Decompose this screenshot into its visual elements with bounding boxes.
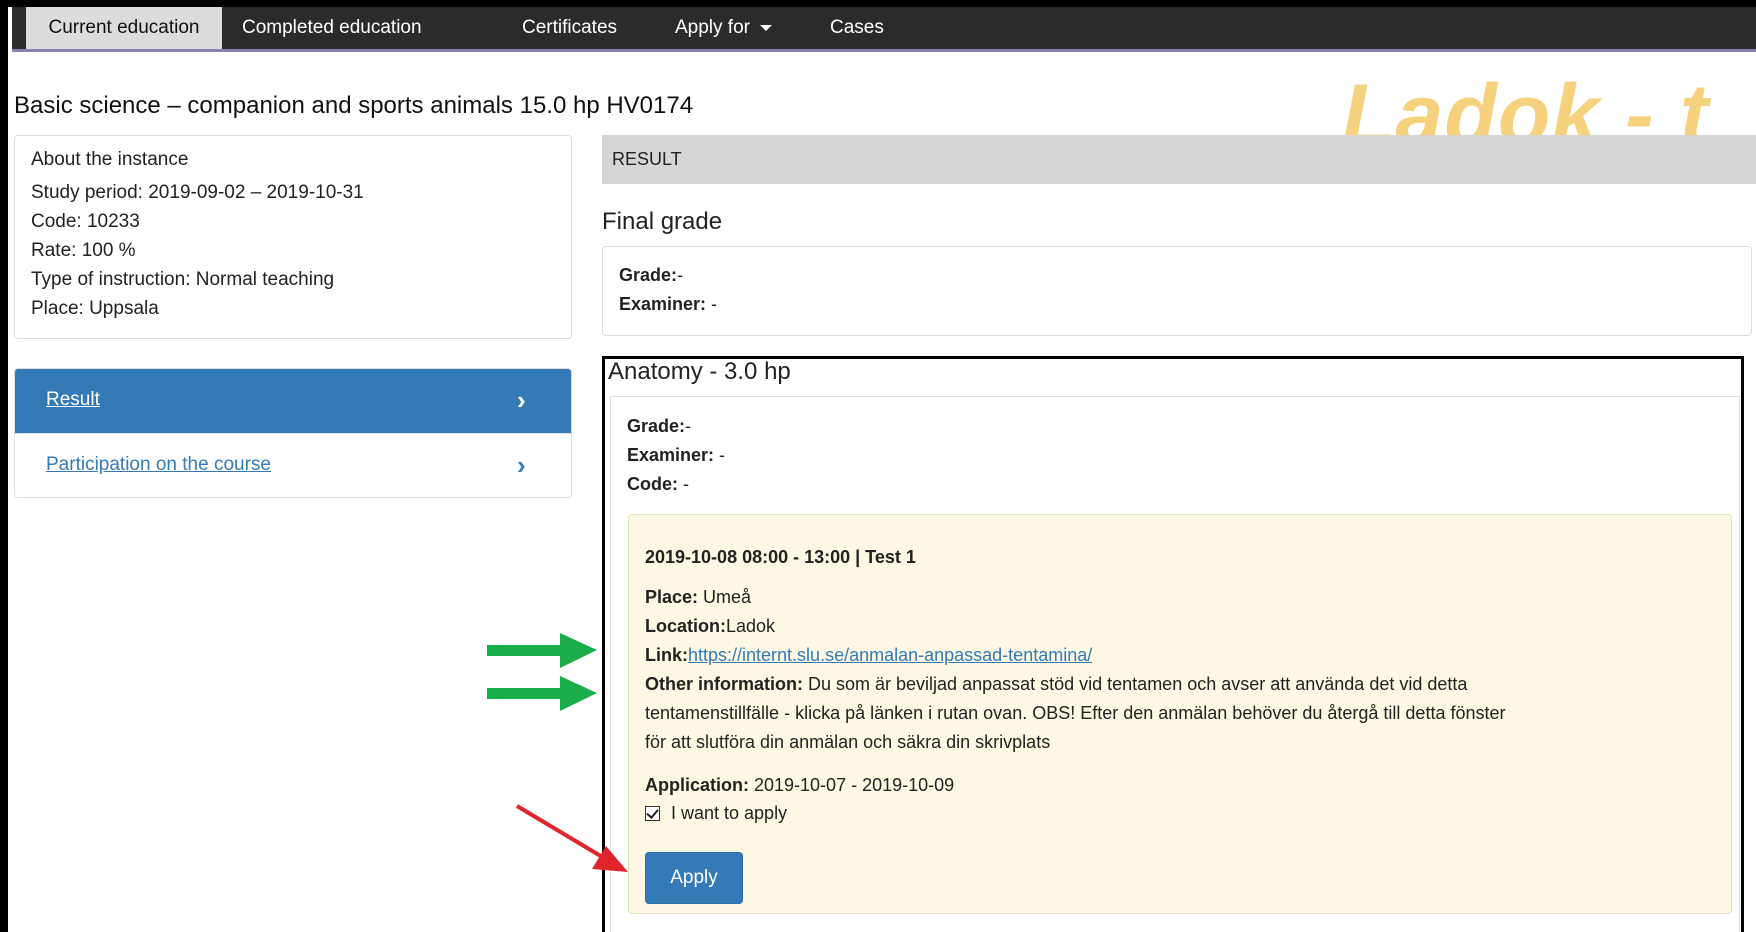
- chevron-right-icon: ›: [517, 385, 526, 415]
- application-label: Application:: [645, 775, 749, 795]
- exam-heading: 2019-10-08 08:00 - 13:00 | Test 1: [645, 547, 916, 567]
- course-side-nav: Result › Participation on the course ›: [14, 368, 572, 498]
- exam-occasion-panel: 2019-10-08 08:00 - 13:00 | Test 1 Place:…: [628, 514, 1732, 914]
- exam-other-info-line3: för att slutföra din anmälan och säkra d…: [645, 732, 1051, 752]
- result-section-header: RESULT: [602, 135, 1756, 184]
- tab-cases[interactable]: Cases: [830, 7, 884, 49]
- about-type: Type of instruction: Normal teaching: [31, 269, 335, 290]
- tab-label: Apply for: [675, 17, 750, 38]
- top-navigation: Current education Completed education Ce…: [12, 7, 1756, 52]
- code-label: Code:: [627, 474, 678, 494]
- tab-certificates[interactable]: Certificates: [522, 7, 617, 49]
- exam-location-line: Location:Ladok: [645, 616, 775, 637]
- apply-checkbox-label[interactable]: I want to apply: [671, 803, 787, 824]
- place-label: Place:: [645, 587, 699, 607]
- exam-other-info-line1: Other information: Du som är beviljad an…: [645, 674, 1467, 695]
- about-heading: About the instance: [31, 149, 189, 170]
- final-grade-line: Grade:-: [619, 265, 683, 286]
- examiner-value: -: [706, 294, 718, 314]
- tab-label: Cases: [830, 17, 884, 38]
- final-grade-title: Final grade: [602, 208, 723, 235]
- tab-label: Certificates: [522, 17, 618, 38]
- final-grade-panel: Grade:- Examiner: -: [602, 246, 1752, 336]
- location-label: Location:: [645, 616, 726, 636]
- exam-place-line: Place: Umeå: [645, 587, 751, 608]
- other-info-text: Du som är beviljad anpassat stöd vid ten…: [803, 674, 1468, 694]
- examiner-value: -: [714, 445, 726, 465]
- module-title: Anatomy - 3.0 hp: [608, 358, 791, 385]
- module-code-line: Code: -: [627, 474, 689, 495]
- grade-label: Grade:: [627, 416, 686, 436]
- about-instance-panel: About the instance Study period: 2019-09…: [14, 135, 572, 339]
- tab-apply-for[interactable]: Apply for: [675, 7, 772, 49]
- place-value: Umeå: [698, 587, 752, 607]
- grade-label: Grade:: [619, 265, 678, 285]
- examiner-label: Examiner:: [619, 294, 707, 314]
- tab-current-education[interactable]: Current education: [26, 7, 222, 49]
- other-info-label: Other information:: [645, 674, 803, 694]
- module-grade-line: Grade:-: [627, 416, 691, 437]
- exam-link-line: Link:https://internt.slu.se/anmalan-anpa…: [645, 645, 1092, 666]
- about-place: Place: Uppsala: [31, 298, 159, 319]
- chevron-right-icon: ›: [517, 450, 526, 480]
- sidenav-item-participation[interactable]: Participation on the course ›: [15, 433, 571, 497]
- sidenav-item-result[interactable]: Result ›: [15, 369, 571, 433]
- sidenav-item-label: Participation on the course: [46, 454, 271, 475]
- about-rate: Rate: 100 %: [31, 240, 136, 261]
- exam-application-line: Application: 2019-10-07 - 2019-10-09: [645, 775, 954, 796]
- application-value: 2019-10-07 - 2019-10-09: [749, 775, 955, 795]
- code-value: -: [678, 474, 689, 494]
- about-study-period: Study period: 2019-09-02 – 2019-10-31: [31, 182, 364, 203]
- link-label: Link:: [645, 645, 688, 665]
- tab-label: Completed education: [242, 17, 422, 38]
- adapted-exam-link[interactable]: https://internt.slu.se/anmalan-anpassad-…: [688, 645, 1092, 665]
- sidenav-item-label: Result: [46, 389, 100, 410]
- location-value: Ladok: [726, 616, 776, 636]
- module-examiner-line: Examiner: -: [627, 445, 725, 466]
- apply-checkbox[interactable]: [645, 806, 660, 821]
- check-icon: [646, 806, 659, 819]
- final-examiner-line: Examiner: -: [619, 294, 717, 315]
- tab-completed-education[interactable]: Completed education: [242, 7, 422, 49]
- grade-value: -: [685, 416, 692, 436]
- grade-value: -: [677, 265, 684, 285]
- caret-down-icon: [759, 24, 772, 31]
- examiner-label: Examiner:: [627, 445, 715, 465]
- exam-other-info-line2: tentamenstillfälle - klicka på länken i …: [645, 703, 1506, 723]
- tab-label: Current education: [48, 17, 200, 38]
- course-title: Basic science – companion and sports ani…: [14, 92, 694, 119]
- apply-button[interactable]: Apply: [645, 852, 743, 904]
- about-code: Code: 10233: [31, 211, 140, 232]
